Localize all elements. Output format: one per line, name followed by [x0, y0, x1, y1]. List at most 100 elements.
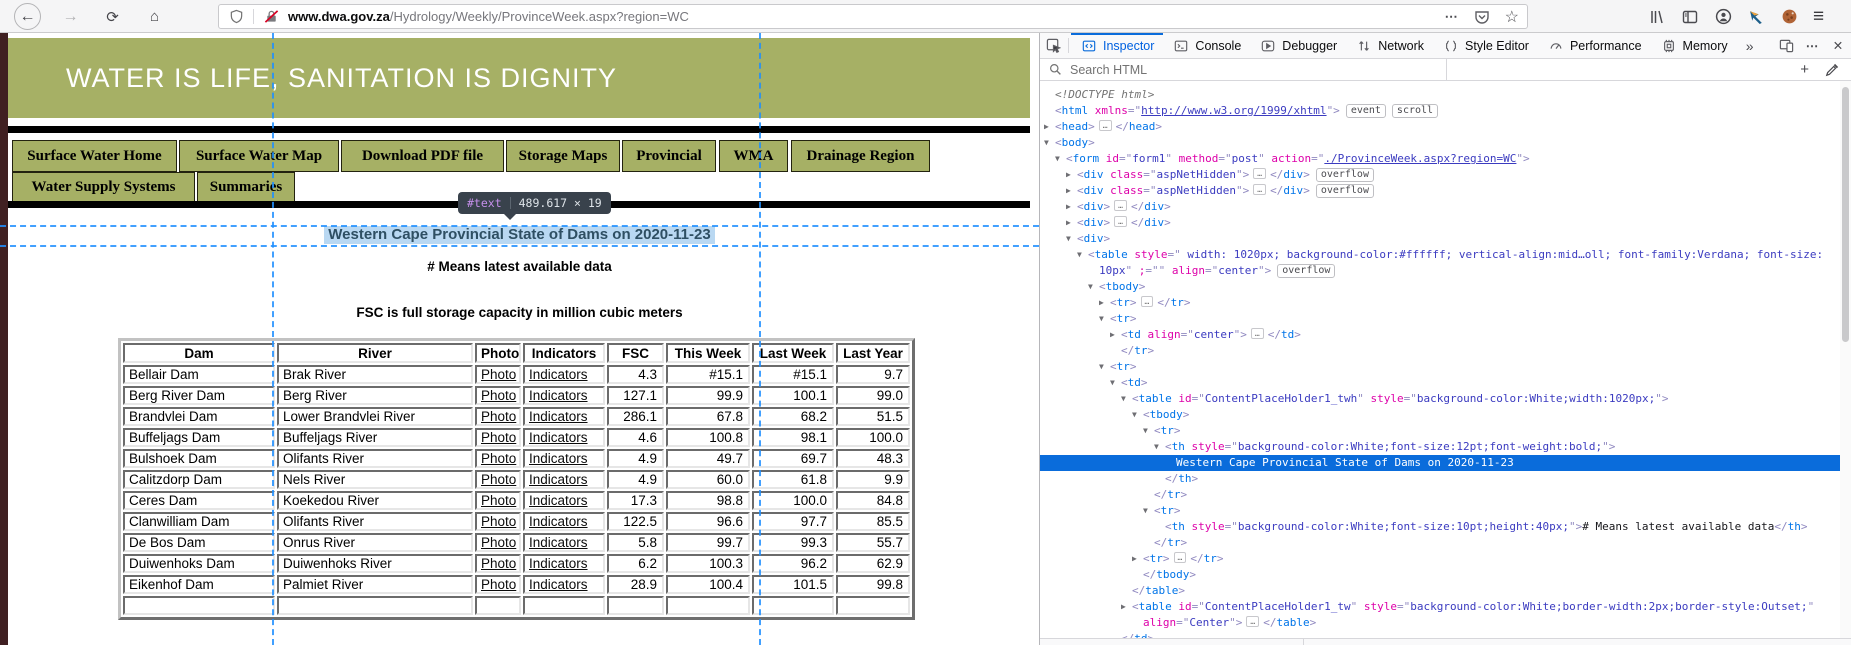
- photo-link[interactable]: Photo: [475, 533, 521, 552]
- twisty-icon[interactable]: ▼: [1143, 423, 1154, 439]
- url-host[interactable]: www.dwa.gov.za: [288, 9, 390, 24]
- tab-console[interactable]: Console: [1163, 33, 1250, 58]
- markup-line[interactable]: <!DOCTYPE html>: [1040, 87, 1841, 103]
- twisty-icon[interactable]: ▼: [1099, 311, 1110, 327]
- tab-inspector[interactable]: Inspector: [1071, 33, 1163, 58]
- twisty-icon[interactable]: ▶: [1066, 199, 1077, 215]
- nav-drainage-region[interactable]: Drainage Region: [791, 140, 930, 172]
- indicators-link[interactable]: Indicators: [529, 577, 588, 592]
- collapsed-ellipsis-icon[interactable]: …: [1098, 120, 1112, 131]
- markup-line[interactable]: ▼ <table id="ContentPlaceHolder1_twh" sty…: [1040, 391, 1841, 407]
- add-rule-icon[interactable]: +: [1800, 61, 1809, 78]
- nav-storage-maps[interactable]: Storage Maps: [506, 140, 620, 172]
- indicators-link[interactable]: Indicators: [529, 556, 588, 571]
- photo-link[interactable]: Photo: [481, 577, 516, 592]
- close-icon[interactable]: ✕: [1825, 38, 1851, 53]
- twisty-icon[interactable]: ▼: [1132, 407, 1143, 423]
- indicators-link[interactable]: Indicators: [523, 386, 605, 405]
- scrollbar-thumb[interactable]: [1842, 87, 1849, 342]
- reload-icon[interactable]: ⟳: [99, 3, 126, 30]
- indicators-link[interactable]: Indicators: [523, 407, 605, 426]
- nav-surface-water-map[interactable]: Surface Water Map: [179, 140, 339, 172]
- markup-line[interactable]: ▼ <tbody>: [1040, 407, 1841, 423]
- scroll-badge[interactable]: scroll: [1391, 104, 1439, 118]
- twisty-icon[interactable]: ▶: [1044, 119, 1055, 135]
- indicators-link[interactable]: Indicators: [523, 575, 605, 594]
- photo-link[interactable]: Photo: [475, 386, 521, 405]
- photo-link[interactable]: Photo: [481, 493, 516, 508]
- photo-link[interactable]: Photo: [475, 491, 521, 510]
- twisty-icon[interactable]: ▼: [1044, 135, 1055, 151]
- markup-line[interactable]: ▶ <td align="center">… </td>: [1040, 327, 1841, 343]
- indicators-link[interactable]: Indicators: [529, 514, 588, 529]
- collapsed-ellipsis-icon[interactable]: …: [1140, 296, 1154, 307]
- twisty-icon[interactable]: ▼: [1066, 231, 1077, 247]
- markup-line[interactable]: ▶ <div>… </div>: [1040, 199, 1841, 215]
- markup-line[interactable]: ▶ <div>… </div>: [1040, 215, 1841, 231]
- markup-line[interactable]: ▶ <tr>… </tr>: [1040, 295, 1841, 311]
- sidebars-icon[interactable]: [1681, 8, 1699, 26]
- markup-line[interactable]: </tr>: [1040, 535, 1841, 551]
- markup-line[interactable]: ▼ <td>: [1040, 375, 1841, 391]
- twisty-icon[interactable]: ▼: [1143, 503, 1154, 519]
- markup-line[interactable]: ▼ <tr>: [1040, 503, 1841, 519]
- eyedropper-icon[interactable]: [1823, 61, 1841, 79]
- indicators-link[interactable]: Indicators: [529, 367, 588, 382]
- indicators-link[interactable]: Indicators: [529, 388, 588, 403]
- twisty-icon[interactable]: ▼: [1099, 359, 1110, 375]
- insecure-lock-icon[interactable]: [262, 8, 280, 26]
- responsive-design-icon[interactable]: [1773, 38, 1799, 53]
- tab-performance[interactable]: Performance: [1538, 33, 1651, 58]
- nav-surface-water-home[interactable]: Surface Water Home: [12, 140, 177, 172]
- nav-water-supply-systems[interactable]: Water Supply Systems: [12, 172, 195, 203]
- photo-link[interactable]: Photo: [475, 470, 521, 489]
- twisty-icon[interactable]: ▶: [1132, 551, 1143, 567]
- bookmark-star-icon[interactable]: ☆: [1505, 7, 1519, 27]
- markup-line[interactable]: ▼ <table style=" width: 1020px; backgroun…: [1040, 247, 1841, 263]
- photo-link[interactable]: Photo: [475, 554, 521, 573]
- collapsed-ellipsis-icon[interactable]: …: [1250, 328, 1264, 339]
- twisty-icon[interactable]: ▼: [1055, 151, 1066, 167]
- nav-wma[interactable]: WMA: [719, 140, 788, 172]
- indicators-link[interactable]: Indicators: [523, 470, 605, 489]
- markup-line[interactable]: </table>: [1040, 583, 1841, 599]
- url-path[interactable]: /Hydrology/Weekly/ProvinceWeek.aspx?regi…: [390, 9, 689, 24]
- indicators-link[interactable]: Indicators: [529, 493, 588, 508]
- photo-link[interactable]: Photo: [481, 430, 516, 445]
- indicators-link[interactable]: Indicators: [523, 554, 605, 573]
- url-bar[interactable]: www.dwa.gov.za/Hydrology/Weekly/Province…: [218, 4, 1528, 29]
- indicators-link[interactable]: Indicators: [523, 491, 605, 510]
- markup-scrollbar[interactable]: [1840, 81, 1851, 638]
- markup-line[interactable]: <th style="background-color:White;font-s…: [1040, 519, 1841, 535]
- collapsed-ellipsis-icon[interactable]: …: [1246, 616, 1260, 627]
- collapsed-ellipsis-icon[interactable]: …: [1114, 200, 1127, 211]
- shield-icon[interactable]: [227, 8, 245, 26]
- indicators-link[interactable]: Indicators: [523, 428, 605, 447]
- photo-link[interactable]: Photo: [481, 472, 516, 487]
- indicators-link[interactable]: Indicators: [529, 430, 588, 445]
- markup-line[interactable]: ▶ <table id="ContentPlaceHolder1_tw" styl…: [1040, 599, 1841, 615]
- indicators-link[interactable]: Indicators: [529, 409, 588, 424]
- twisty-icon[interactable]: ▶: [1099, 295, 1110, 311]
- element-picker-icon[interactable]: [1040, 33, 1066, 58]
- twisty-icon[interactable]: ▼: [1088, 279, 1099, 295]
- tab-network[interactable]: Network: [1346, 33, 1433, 58]
- menu-icon[interactable]: ≡: [1813, 6, 1824, 28]
- markup-line[interactable]: ▶ <tr>… </tr>: [1040, 551, 1841, 567]
- indicators-link[interactable]: Indicators: [523, 533, 605, 552]
- markup-line[interactable]: ▼ <tr>: [1040, 359, 1841, 375]
- photo-link[interactable]: Photo: [475, 512, 521, 531]
- photo-link[interactable]: Photo: [475, 575, 521, 594]
- markup-line[interactable]: ▼ <tr>: [1040, 423, 1841, 439]
- collapsed-ellipsis-icon[interactable]: …: [1114, 216, 1127, 227]
- markup-line[interactable]: </tr>: [1040, 343, 1841, 359]
- indicators-link[interactable]: Indicators: [529, 451, 588, 466]
- photo-link[interactable]: Photo: [481, 451, 516, 466]
- nav-download-pdf-file[interactable]: Download PDF file: [341, 140, 504, 172]
- collapsed-ellipsis-icon[interactable]: …: [1173, 552, 1187, 563]
- home-icon[interactable]: ⌂: [141, 3, 168, 30]
- photo-link[interactable]: Photo: [475, 428, 521, 447]
- devtools-menu-icon[interactable]: ⋯: [1799, 38, 1825, 53]
- twisty-icon[interactable]: ▶: [1066, 215, 1077, 231]
- markup-line[interactable]: align="Center">… </table>: [1040, 615, 1841, 631]
